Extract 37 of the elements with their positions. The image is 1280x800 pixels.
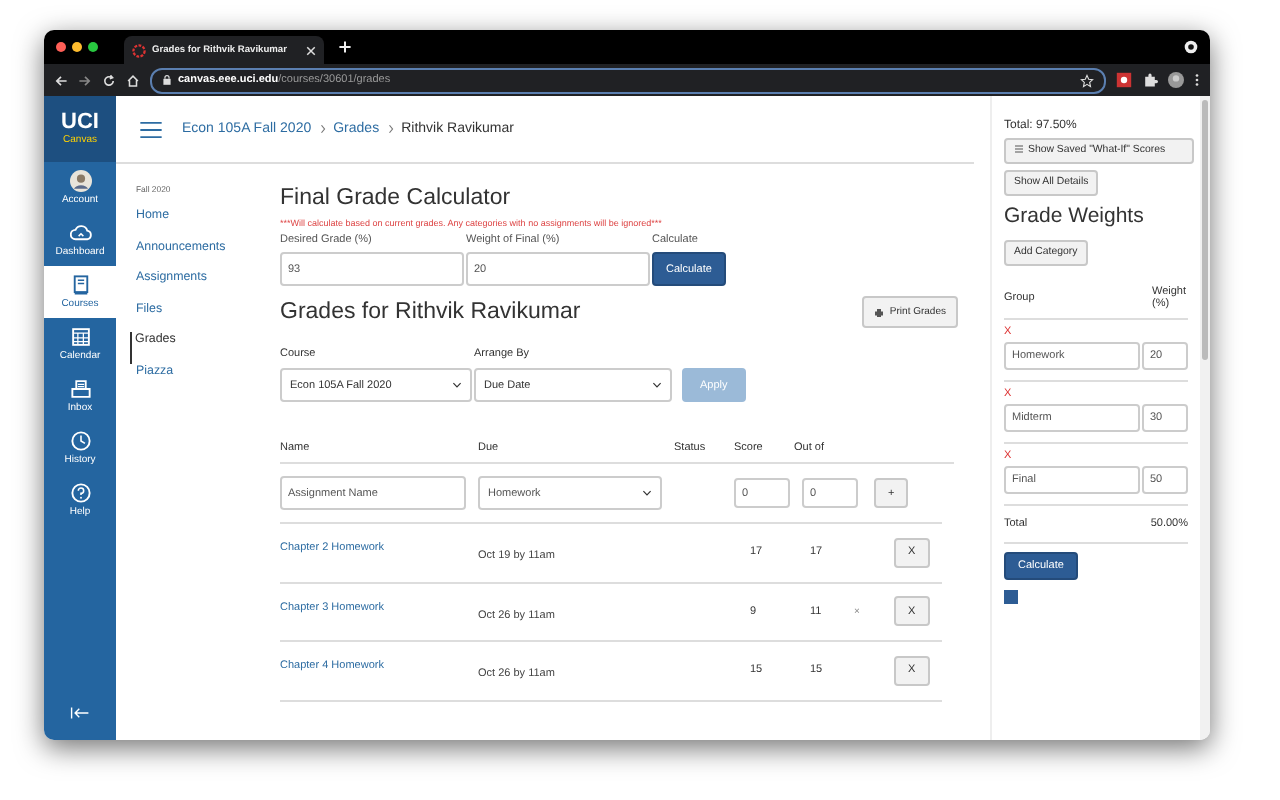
help-icon xyxy=(69,482,91,504)
close-tab-icon[interactable] xyxy=(306,45,316,55)
close-window-icon[interactable] xyxy=(56,42,66,52)
record-icon[interactable] xyxy=(1184,40,1198,54)
bookmark-star-icon[interactable] xyxy=(1080,73,1094,87)
lock-icon xyxy=(162,74,172,86)
calendar-icon xyxy=(69,326,91,348)
scrollbar-thumb[interactable] xyxy=(1202,100,1208,360)
chevron-down-icon xyxy=(642,490,652,496)
tab-favicon-icon xyxy=(132,43,146,57)
cloud-dashboard-icon xyxy=(69,222,91,244)
minimize-window-icon[interactable] xyxy=(72,42,82,52)
chevron-icon xyxy=(319,124,326,134)
puzzle-icon[interactable] xyxy=(1142,72,1158,88)
new-tab-icon[interactable] xyxy=(338,40,352,54)
forward-icon[interactable] xyxy=(78,73,92,87)
chevron-down-icon xyxy=(452,382,462,388)
reload-icon[interactable] xyxy=(102,73,116,87)
calculator-title: Final Grade Calculator xyxy=(280,186,513,210)
extension-icon[interactable] xyxy=(1116,72,1132,88)
chevron-down-icon xyxy=(652,382,662,388)
chevron-icon xyxy=(387,124,394,134)
menu-icon[interactable] xyxy=(1194,72,1200,88)
maximize-window-icon[interactable] xyxy=(88,42,98,52)
collapse-nav-icon[interactable] xyxy=(70,706,90,720)
clock-icon xyxy=(69,430,91,452)
inbox-icon xyxy=(69,378,91,400)
list-icon xyxy=(1014,144,1024,154)
profile-avatar-icon[interactable] xyxy=(1168,72,1184,88)
book-icon xyxy=(69,274,91,296)
hamburger-menu-icon[interactable] xyxy=(140,121,162,137)
back-icon[interactable] xyxy=(54,73,68,87)
avatar-icon xyxy=(69,170,91,192)
grades-title: Grades for Rithvik Ravikumar xyxy=(280,300,581,324)
checkbox[interactable] xyxy=(1004,590,1018,604)
grade-weights-title: Grade Weights xyxy=(1004,204,1144,228)
home-icon[interactable] xyxy=(126,73,140,87)
